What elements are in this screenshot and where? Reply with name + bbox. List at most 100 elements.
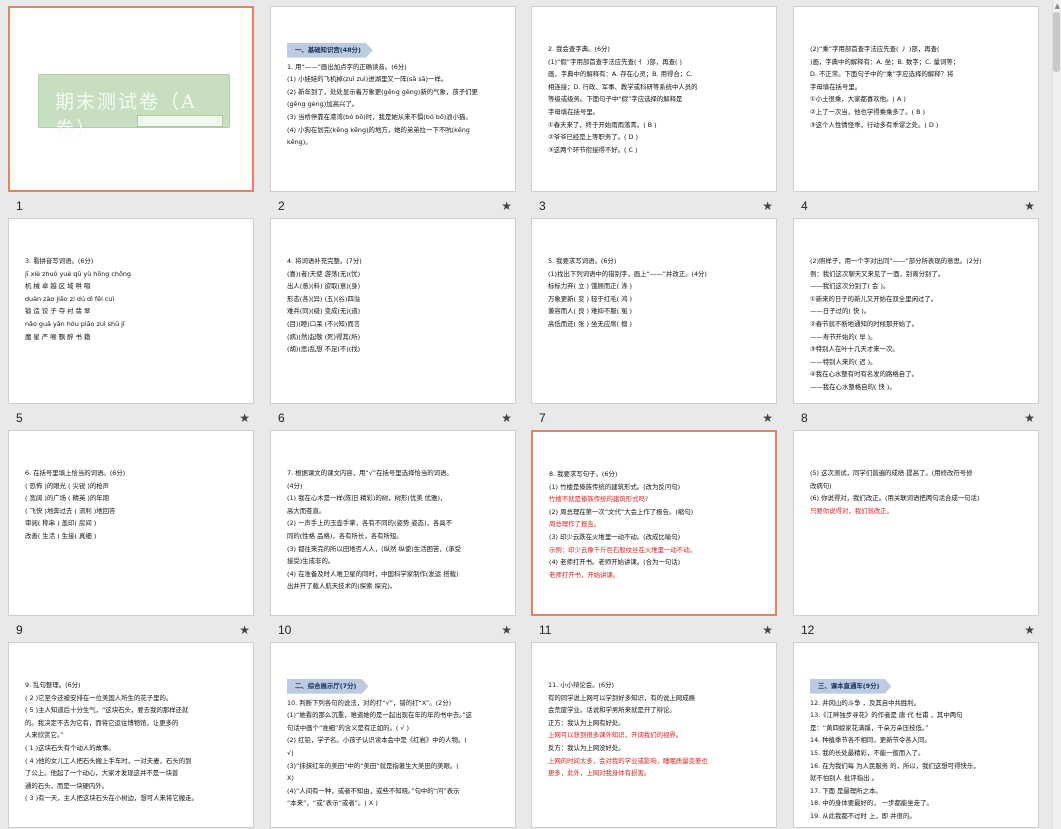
section-header: 三、课本直通车(9分) bbox=[810, 679, 892, 694]
slide-thumbnail[interactable]: (2)照样子，用一个字对出同“——”部分所表现的意思。(2分) 例：我们这次聊天又… bbox=[793, 218, 1039, 404]
slide-thumbnail-cell: 6. 在括号里填上恰当的词语。(6分) ( 恐怖 )的眼光 ( 尖锐 )的枪声 ( … bbox=[8, 430, 254, 642]
question-line: 机 械 卓 越 区 域 哄 唱 bbox=[25, 282, 91, 291]
question-line: (4) 老师打开书。老师开始讲课。(合为一句话) bbox=[549, 558, 681, 567]
title-card: 期末测试卷（A卷） bbox=[38, 74, 230, 140]
question-line: 反方：我认为上网没好处。 bbox=[548, 743, 625, 752]
question-line: (2)照样子，用一个字对出同“——”部分所表现的意思。(2分) bbox=[810, 257, 982, 265]
question-line: ——日子过的( 快 )。 bbox=[810, 307, 871, 316]
transition-star-icon[interactable]: ★ bbox=[762, 411, 773, 425]
question-line: ——我们这次分别了( 会 )。 bbox=[810, 282, 890, 291]
slide-number: 1 bbox=[16, 199, 23, 213]
slide-content: 6. 在括号里填上恰当的词语。(6分) ( 恐怖 )的眼光 ( 尖锐 )的枪声 ( … bbox=[25, 467, 241, 543]
slide-thumbnail[interactable]: 3. 看拼音写词语。(6分) jī xiè zhuó yuè qū yù hōng… bbox=[8, 218, 254, 404]
question-line: 15. 我的长处最精彩，不能一般而入了。 bbox=[810, 748, 925, 757]
slide-content: 2. 我会查字典。(6分) (1)“假”字用部首查字法应先查( 亻 )部，再查( … bbox=[548, 43, 764, 156]
slide-thumbnail[interactable]: 5. 我要求写词语。(6分) (1)找出下列词语中的错别字，画上“——”并改正。(… bbox=[531, 218, 777, 404]
scroll-up-icon[interactable]: ▲ bbox=[1055, 2, 1060, 10]
question-line: 9. 乱句整理。(6分) bbox=[25, 681, 81, 689]
question-line: (病)(然)起敬 (死)得其(所) bbox=[287, 332, 361, 341]
transition-star-icon[interactable]: ★ bbox=[501, 411, 512, 425]
question-line: 难兵(同)(级) 变成(无)(道) bbox=[287, 307, 361, 316]
question-line: 标标力弃( 立 ) 饿顾而正( 涤 ) bbox=[548, 282, 633, 291]
transition-star-icon[interactable]: ★ bbox=[501, 199, 512, 213]
slide-thumbnail[interactable]: 一、基础知识宫(48分) 1. 用“——”画出加点字的正确读音。(6分) (1) 小… bbox=[270, 6, 516, 192]
question-line: ——我在心水整格自的( 快 )。 bbox=[810, 382, 896, 391]
question-line: 5. 我要求写词语。(6分) bbox=[548, 257, 617, 265]
question-line: ②上了一次当，他也学得乘乘多了。( B ) bbox=[810, 107, 926, 116]
question-line: 等级或级务。下面句子中“假”字应选择的解释是 bbox=[548, 95, 683, 104]
slide-thumbnail[interactable]: 二、综合展示厅(7分) 10. 判断下列各句的说法，对的打“√”，错的打“X”。(… bbox=[270, 642, 516, 828]
slide-thumbnail[interactable]: 4. 将词语补充完整。(7分) (喜)(者)天使 游荡(无)(忧) 出人(意)(料)… bbox=[270, 218, 516, 404]
question-line: (3) 印少云跌在火堆里一动不动。(改成比喻句) bbox=[549, 532, 681, 541]
question-line: 相连接；D. 行政、军事、教学或科研等系统中人员的 bbox=[548, 82, 698, 91]
question-line: ( 飞快 )地奔过去 ( 流利 )地回答 bbox=[25, 506, 116, 515]
question-line: (gēng gèng)加高兴了。 bbox=[287, 100, 359, 109]
question-line: (1) 竹楼是傣族传统的建筑形式。(改为反问句) bbox=[549, 482, 681, 491]
question-line: ①小土很乘，大家都喜欢他。( A ) bbox=[810, 95, 906, 104]
slide-thumbnail[interactable]: 2. 我会查字典。(6分) (1)“假”字用部首查字法应先查( 亻 )部，再查( … bbox=[531, 6, 777, 192]
question-line: ①春天来了，终于开始雨雨落青。( B ) bbox=[548, 120, 657, 129]
slide-thumbnail-cell: (2)照样子，用一个字对出同“——”部分所表现的意思。(2分) 例：我们这次聊天又… bbox=[793, 218, 1039, 430]
question-line: (4) 小狗在划完(kēng kēng)的地方，她的弟弟拉一下不吭(kēng bbox=[287, 125, 470, 134]
slide-number: 5 bbox=[16, 411, 23, 425]
question-line: 魔 星 严 喉 飘 醉 书 籍 bbox=[25, 332, 91, 341]
question-line: 13.《江畔独步寻花》的作者是 唐 代 杜甫 ，其中两句 bbox=[810, 711, 963, 720]
question-line: 19. 从此我都不过时 上，即 并很的。 bbox=[810, 811, 916, 820]
slide-thumbnail[interactable]: (5) 这次测试，同学们普遍的成绩 提高了。(用修改符号修 改病句) (6) 你说得… bbox=[793, 430, 1039, 616]
question-line: 的。我决定不去为它有，而将它运往博物馆，让更多的 bbox=[25, 718, 179, 727]
transition-star-icon[interactable]: ★ bbox=[762, 623, 773, 637]
question-line: D. 不正常。下面句子中的“乘”字应选择的解释？将 bbox=[810, 70, 954, 79]
slide-thumbnail[interactable]: 7. 根据课文的课文内容，用“√”在括号里选择恰当的词语。 (4分) (1) 我在心… bbox=[270, 430, 516, 616]
slide-thumbnail[interactable]: (2)“乘”字用部首查字法应先查( 丿 )部，再查( )画，字典中的解释有：A.… bbox=[793, 6, 1039, 192]
question-line: ( 宽阔 )的广场 ( 精英 )的年期 bbox=[25, 494, 110, 503]
scrollbar-thumb[interactable] bbox=[1053, 12, 1060, 72]
question-line: 11. 小小辩论会。(6分) bbox=[548, 681, 614, 689]
slide-content: 5. 我要求写词语。(6分) (1)找出下列词语中的错别字，画上“——”并改正。(… bbox=[548, 255, 764, 331]
slide-thumbnail[interactable]: 8. 我要求写句子。(6分) (1) 竹楼是傣族传统的建筑形式。(改为反问句) 竹楼… bbox=[531, 430, 777, 616]
transition-star-icon[interactable]: ★ bbox=[501, 623, 512, 637]
transition-star-icon[interactable]: ★ bbox=[239, 411, 250, 425]
slide-thumbnail-cell: 9. 乱句整理。(6分) ( 2 )它至今还被安排在一位美国人所生的花子里的。 ( … bbox=[8, 642, 254, 829]
slide-thumbnail[interactable]: 6. 在括号里填上恰当的词语。(6分) ( 恐怖 )的眼光 ( 尖锐 )的枪声 ( … bbox=[8, 430, 254, 616]
question-line: 是：“黄四娘家花满蹊，千朵万朵压枝低。” bbox=[810, 723, 929, 732]
question-line: 3. 看拼音写词语。(6分) bbox=[25, 257, 94, 265]
question-line: (4)“人间有一种，或者不知由，或些不知晓。”句中的“问”表示 bbox=[287, 786, 460, 795]
question-line: 正方：我认为上网有好处。 bbox=[548, 718, 625, 727]
slide-thumbnail[interactable]: 11. 小小辩论会。(6分) 有的同学说上网可以学到好多知识，有的说上网成瘾 会荒废… bbox=[531, 642, 777, 828]
transition-star-icon[interactable]: ★ bbox=[1024, 199, 1035, 213]
question-line: (喜)(者)天使 游荡(无)(忧) bbox=[287, 269, 361, 278]
question-line: 改病句) bbox=[810, 481, 832, 490]
slide-thumbnail-cell: 二、综合展示厅(7分) 10. 判断下列各句的说法，对的打“√”，错的打“X”。(… bbox=[270, 642, 516, 829]
transition-star-icon[interactable]: ★ bbox=[239, 623, 250, 637]
transition-star-icon[interactable]: ★ bbox=[1024, 623, 1035, 637]
question-line: ( 1 )这块石头有个动人的故事。 bbox=[25, 743, 115, 752]
slide-thumbnail-cell: 期末测试卷（A卷） 1 bbox=[8, 6, 254, 218]
question-line: 1. 用“——”画出加点字的正确读音。(6分) bbox=[287, 62, 407, 71]
question-line: (2) 新年到了，处处显示着万象更(gēng gèng)新的气象，孩子们更 bbox=[287, 87, 478, 96]
slide-thumbnail[interactable]: 9. 乱句整理。(6分) ( 2 )它至今还被安排在一位美国人所生的花子里的。 ( … bbox=[8, 642, 254, 828]
slide-number: 12 bbox=[801, 623, 815, 637]
transition-star-icon[interactable]: ★ bbox=[1024, 411, 1035, 425]
question-line: (胡)(思)乱想 不足(不)(找) bbox=[287, 345, 361, 354]
answer-line: 老师打开书，开始讲课。 bbox=[549, 570, 620, 579]
answer-line: 更多，此外，上网对我身体有损害。 bbox=[548, 769, 651, 778]
question-line: 句话中画个“准细”的含义是有正如的。( √ ) bbox=[287, 723, 409, 732]
slide-thumbnail-cell: 7. 根据课文的课文内容，用“√”在括号里选择恰当的词语。 (4分) (1) 我在心… bbox=[270, 430, 516, 642]
question-line: 了公上。他起了一个动心，大家才发现这并不是一块普 bbox=[25, 769, 179, 778]
slide-thumbnail-cell: (5) 这次测试，同学们普遍的成绩 提高了。(用修改符号修 改病句) (6) 你说得… bbox=[793, 430, 1039, 642]
transition-star-icon[interactable]: ★ bbox=[762, 199, 773, 213]
slide-thumbnail[interactable]: 三、课本直通车(9分) 12. 井冈山的斗争 ，及其自中共胜利。 13.《江畔独步寻… bbox=[793, 642, 1039, 828]
vertical-scrollbar[interactable]: ▲ bbox=[1052, 0, 1061, 829]
question-line: nǎo guā yān hóu piāo zuì shū jī bbox=[25, 319, 125, 328]
question-line: 改善( 生活 ) 生接( 真细 ) bbox=[25, 531, 97, 540]
slide-thumbnail[interactable]: 期末测试卷（A卷） bbox=[8, 6, 254, 192]
question-line: 锻 造 饺 子 夺 衬 翡 翠 bbox=[25, 307, 91, 316]
question-line: 审阅( 称串 ) 盖印( 房间 ) bbox=[25, 519, 97, 528]
slide-sorter-grid: 期末测试卷（A卷） 1 一、基础知识宫(48分) 1. 用“——”画出加点字的正确读音… bbox=[0, 0, 1061, 829]
slide-content: (2)“乘”字用部首查字法应先查( 丿 )部，再查( )画，字典中的解释有：A.… bbox=[810, 43, 1026, 131]
question-line: 字母填在括号里。 bbox=[548, 107, 600, 116]
slide-thumbnail-cell: 3. 看拼音写词语。(6分) jī xiè zhuó yuè qū yù hōng… bbox=[8, 218, 254, 430]
section-header: 二、综合展示厅(7分) bbox=[287, 679, 369, 694]
question-line: (1) 我在心木是一样(陈旧 精彩)的树，树形(优美 优雅)， bbox=[287, 494, 447, 503]
question-line: ( 2 )它至今还被安排在一位美国人所生的花子里的。 bbox=[25, 693, 173, 702]
